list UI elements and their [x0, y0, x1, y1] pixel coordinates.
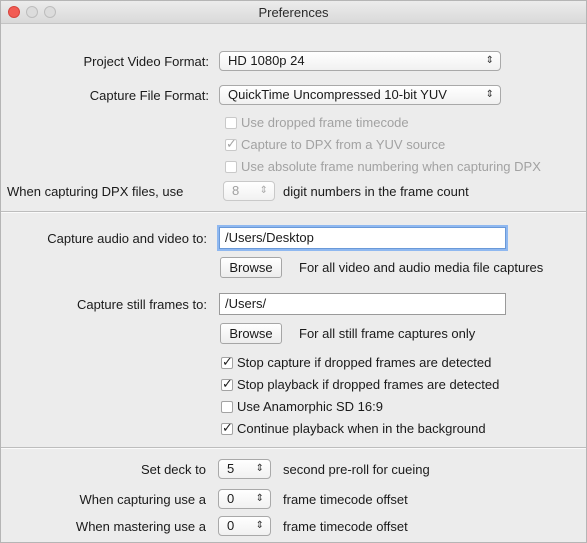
dpx-digits-value: 8 [232, 183, 240, 198]
preferences-window: Preferences Project Video Format: HD 108… [0, 0, 587, 543]
checkbox-icon [225, 117, 237, 129]
master-offset-suffix-label: frame timecode offset [283, 519, 408, 534]
capture-still-label: Capture still frames to: [76, 297, 207, 312]
preroll-suffix-label: second pre-roll for cueing [283, 462, 430, 477]
master-offset-label: When mastering use a [75, 519, 206, 534]
checkbox-anamorphic-sd[interactable]: Use Anamorphic SD 16:9 [221, 399, 383, 415]
capture-file-format-label: Capture File Format: [89, 88, 209, 103]
capture-offset-label: When capturing use a [79, 492, 206, 507]
title-bar: Preferences [1, 1, 586, 24]
checkbox-icon [221, 401, 233, 413]
popup-arrows-icon: ⇕ [255, 463, 264, 474]
master-offset-popup[interactable]: 0 ⇕ [218, 516, 271, 536]
checkbox-continue-playback-background[interactable]: Continue playback when in the background [221, 420, 486, 437]
checkbox-capture-to-dpx[interactable]: Capture to DPX from a YUV source [225, 136, 445, 153]
section-divider [1, 211, 586, 213]
capture-av-hint: For all video and audio media file captu… [299, 260, 544, 275]
dpx-digits-popup[interactable]: 8 ⇕ [223, 181, 275, 201]
checkbox-icon [225, 161, 237, 173]
checkbox-checked-icon [221, 420, 233, 436]
capture-offset-suffix-label: frame timecode offset [283, 492, 408, 507]
project-video-format-popup[interactable]: HD 1080p 24 ⇕ [219, 51, 501, 71]
popup-arrows-icon: ⇕ [255, 493, 264, 504]
checkbox-checked-icon [221, 354, 233, 370]
checkbox-stop-playback-dropped[interactable]: Stop playback if dropped frames are dete… [221, 376, 499, 393]
preroll-label: Set deck to [140, 462, 206, 477]
window-title: Preferences [258, 5, 329, 20]
project-video-format-label: Project Video Format: [83, 54, 209, 69]
preroll-popup[interactable]: 5 ⇕ [218, 459, 271, 479]
popup-arrows-icon: ⇕ [485, 89, 494, 100]
popup-arrows-icon: ⇕ [485, 55, 494, 66]
capture-still-path-field[interactable]: /Users/ [219, 293, 506, 315]
checkbox-checked-icon [221, 376, 233, 392]
preroll-value: 5 [227, 461, 235, 476]
checkbox-checked-icon [225, 136, 237, 152]
checkbox-use-dropped-frame-timecode[interactable]: Use dropped frame timecode [225, 115, 409, 131]
dpx-digits-prefix-label: When capturing DPX files, use [7, 184, 184, 199]
popup-arrows-icon: ⇕ [255, 520, 264, 531]
checkbox-absolute-frame-numbering[interactable]: Use absolute frame numbering when captur… [225, 159, 541, 175]
capture-file-format-value: QuickTime Uncompressed 10-bit YUV [228, 87, 447, 102]
capture-av-label: Capture audio and video to: [47, 231, 207, 246]
capture-file-format-popup[interactable]: QuickTime Uncompressed 10-bit YUV ⇕ [219, 85, 501, 105]
popup-arrows-icon: ⇕ [259, 185, 268, 196]
capture-offset-value: 0 [227, 491, 235, 506]
checkbox-stop-capture-dropped[interactable]: Stop capture if dropped frames are detec… [221, 354, 491, 371]
capture-av-path-field[interactable]: /Users/Desktop [219, 227, 506, 249]
master-offset-value: 0 [227, 518, 235, 533]
project-video-format-value: HD 1080p 24 [228, 53, 305, 68]
dpx-digits-suffix-label: digit numbers in the frame count [283, 184, 469, 199]
section-divider [1, 447, 586, 449]
capture-offset-popup[interactable]: 0 ⇕ [218, 489, 271, 509]
browse-av-button[interactable]: Browse [220, 257, 282, 278]
capture-still-hint: For all still frame captures only [299, 326, 476, 341]
browse-still-button[interactable]: Browse [220, 323, 282, 344]
